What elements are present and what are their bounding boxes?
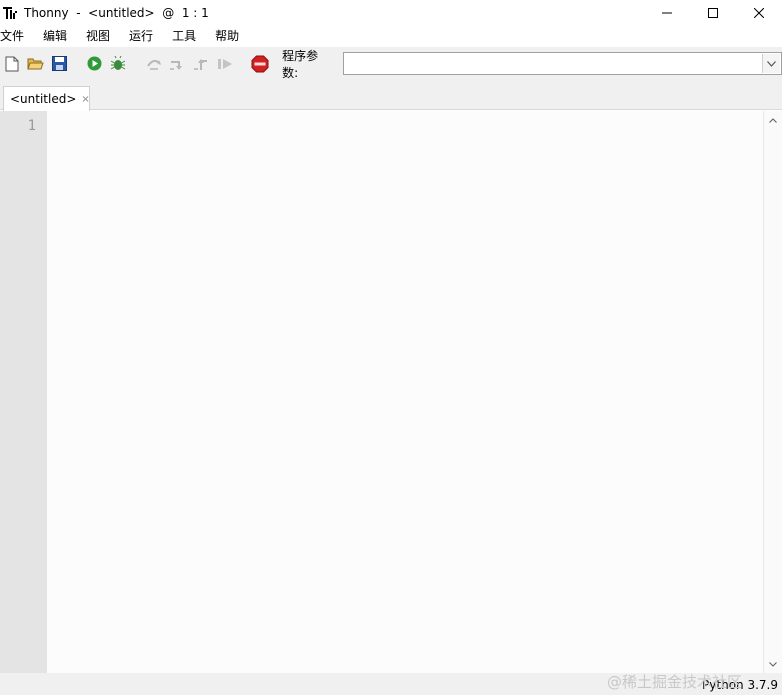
scroll-up-button[interactable]	[764, 111, 782, 129]
debug-button[interactable]	[108, 54, 128, 74]
step-out-icon	[194, 58, 208, 70]
step-over-icon	[146, 59, 161, 70]
resume-button[interactable]	[215, 54, 235, 74]
editor-text-area[interactable]	[47, 111, 763, 673]
scroll-down-icon	[769, 661, 777, 667]
run-icon	[87, 56, 102, 71]
scroll-up-icon	[769, 117, 777, 123]
close-button[interactable]	[736, 0, 782, 26]
thonny-logo-icon	[3, 7, 17, 19]
close-icon	[754, 8, 764, 18]
watermark: @稀土掘金技术社区	[606, 673, 742, 691]
menu-help[interactable]: 帮助	[215, 26, 246, 47]
program-args-combobox[interactable]	[343, 52, 782, 75]
minimize-button[interactable]	[644, 0, 690, 26]
tab-close-icon[interactable]: ×	[81, 94, 89, 105]
debug-icon	[111, 55, 126, 70]
open-file-button[interactable]	[26, 54, 46, 74]
stop-button[interactable]	[250, 54, 270, 74]
line-number-gutter: 1	[0, 111, 47, 673]
stop-icon	[251, 55, 269, 72]
vertical-scrollbar[interactable]	[763, 111, 782, 673]
resume-icon	[217, 58, 232, 69]
step-over-button[interactable]	[144, 54, 164, 74]
new-file-icon	[5, 56, 19, 71]
step-into-icon	[170, 60, 183, 70]
line-number: 1	[27, 118, 36, 134]
scroll-down-button[interactable]	[764, 655, 782, 673]
menu-bar: 文件 编辑 视图 运行 工具 帮助	[0, 26, 782, 47]
maximize-icon	[708, 8, 718, 18]
menu-tools[interactable]: 工具	[172, 26, 203, 47]
step-into-button[interactable]	[168, 54, 188, 74]
tab-label: <untitled>	[10, 92, 77, 106]
maximize-button[interactable]	[690, 0, 736, 26]
code-editor: 1	[0, 111, 782, 673]
program-args-dropdown-button[interactable]	[761, 54, 780, 73]
save-icon	[51, 56, 67, 71]
tab-untitled[interactable]: <untitled> ×	[3, 86, 90, 111]
menu-edit[interactable]: 编辑	[43, 26, 74, 47]
toolbar: 程序参数:	[0, 47, 782, 80]
window-title: Thonny - <untitled> @ 1 : 1	[24, 6, 209, 20]
title-bar: Thonny - <untitled> @ 1 : 1	[0, 0, 782, 26]
open-folder-icon	[27, 58, 44, 70]
save-button[interactable]	[49, 54, 69, 74]
editor-tab-strip: <untitled> ×	[0, 80, 782, 111]
program-args-label: 程序参数:	[282, 48, 319, 80]
window-controls	[644, 0, 782, 26]
run-button[interactable]	[85, 54, 105, 74]
menu-view[interactable]: 视图	[86, 26, 117, 47]
step-out-button[interactable]	[191, 54, 211, 74]
menu-run[interactable]: 运行	[129, 26, 160, 47]
menu-file[interactable]: 文件	[0, 26, 31, 47]
new-file-button[interactable]	[2, 54, 22, 74]
chevron-down-icon	[767, 60, 776, 67]
minimize-icon	[662, 12, 672, 14]
